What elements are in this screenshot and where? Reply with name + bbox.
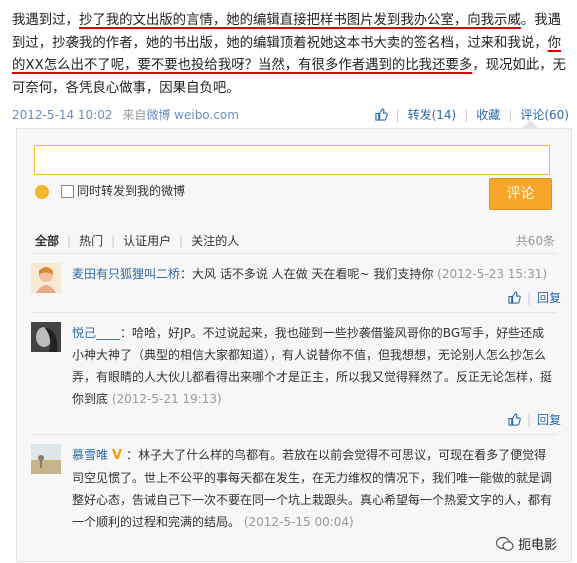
tab-verified[interactable]: 认证用户 bbox=[123, 234, 171, 248]
source-link[interactable]: 微博 weibo.com bbox=[146, 108, 239, 122]
reply-button[interactable]: 回复 bbox=[537, 411, 561, 428]
favorite-button[interactable]: 收藏 bbox=[476, 106, 500, 123]
commenter-name[interactable]: 悦己____ bbox=[72, 326, 120, 340]
divider bbox=[31, 253, 557, 254]
watermark: 扼电影 bbox=[495, 534, 557, 553]
comment-date: (2012-5-23 15:31) bbox=[437, 267, 548, 281]
avatar[interactable] bbox=[31, 263, 61, 293]
repost-checkbox[interactable] bbox=[61, 185, 74, 198]
comment-actions: | 回复 bbox=[508, 289, 561, 306]
post-text-1: 我遇到过， bbox=[12, 13, 79, 28]
tab-all[interactable]: 全部 bbox=[35, 234, 59, 248]
commenter-name[interactable]: 慕雪唯 bbox=[72, 448, 108, 462]
comment-count: 共60条 bbox=[515, 234, 555, 248]
post-body: 我遇到过，抄了我的文出版的言情，她的编辑直接把样书图片发到我办公室，向我示威。我… bbox=[12, 10, 568, 100]
comment-input[interactable] bbox=[34, 145, 550, 175]
forward-button[interactable]: 转发(14) bbox=[408, 106, 457, 123]
comment-date: (2012-5-21 19:13) bbox=[111, 392, 222, 406]
verified-badge-icon: V bbox=[112, 448, 123, 463]
wechat-icon bbox=[495, 536, 514, 551]
repost-checkbox-label: 同时转发到我的微博 bbox=[77, 184, 186, 198]
post-date[interactable]: 2012-5-14 10:02 bbox=[12, 108, 113, 122]
watermark-text: 扼电影 bbox=[517, 538, 557, 553]
divider bbox=[31, 434, 557, 435]
post-actions: | 转发(14) | 收藏 | 评论(60) bbox=[374, 106, 569, 123]
comment-actions: | 回复 bbox=[508, 411, 561, 428]
submit-comment-button[interactable]: 评论 bbox=[489, 178, 552, 210]
emoticon-icon[interactable] bbox=[35, 185, 49, 199]
like-icon[interactable] bbox=[508, 413, 521, 426]
panel-arrow bbox=[522, 120, 538, 128]
avatar[interactable] bbox=[31, 322, 61, 352]
divider bbox=[31, 312, 557, 313]
like-icon[interactable] bbox=[508, 291, 521, 304]
reply-button[interactable]: 回复 bbox=[537, 289, 561, 306]
comment-date: (2012-5-15 00:04) bbox=[243, 515, 354, 529]
comment-filter-tabs: 全部 | 热门 | 认证用户 | 关注的人 bbox=[35, 234, 240, 248]
tab-popular[interactable]: 热门 bbox=[79, 234, 103, 248]
post-text-underlined-1: 抄了我的文出版的言情，她的编辑直接把样书图片发到我办公室，向我示威 bbox=[78, 13, 521, 28]
commenter-name[interactable]: 麦田有只狐狸叫二桥 bbox=[72, 267, 180, 281]
comment-text: ：大风 话不多说 人在做 天在看呢~ 我们支持你 bbox=[180, 267, 434, 281]
tab-following[interactable]: 关注的人 bbox=[191, 234, 239, 248]
source-prefix: 来自 bbox=[122, 108, 147, 122]
comment-panel: 同时转发到我的微博 评论 全部 | 热门 | 认证用户 | 关注的人 共60条 麦田有只狐狸… bbox=[16, 128, 572, 562]
avatar[interactable] bbox=[31, 444, 61, 474]
post-meta: 2012-5-14 10:02 来自微博 weibo.com bbox=[12, 106, 239, 123]
like-icon[interactable] bbox=[374, 108, 388, 121]
